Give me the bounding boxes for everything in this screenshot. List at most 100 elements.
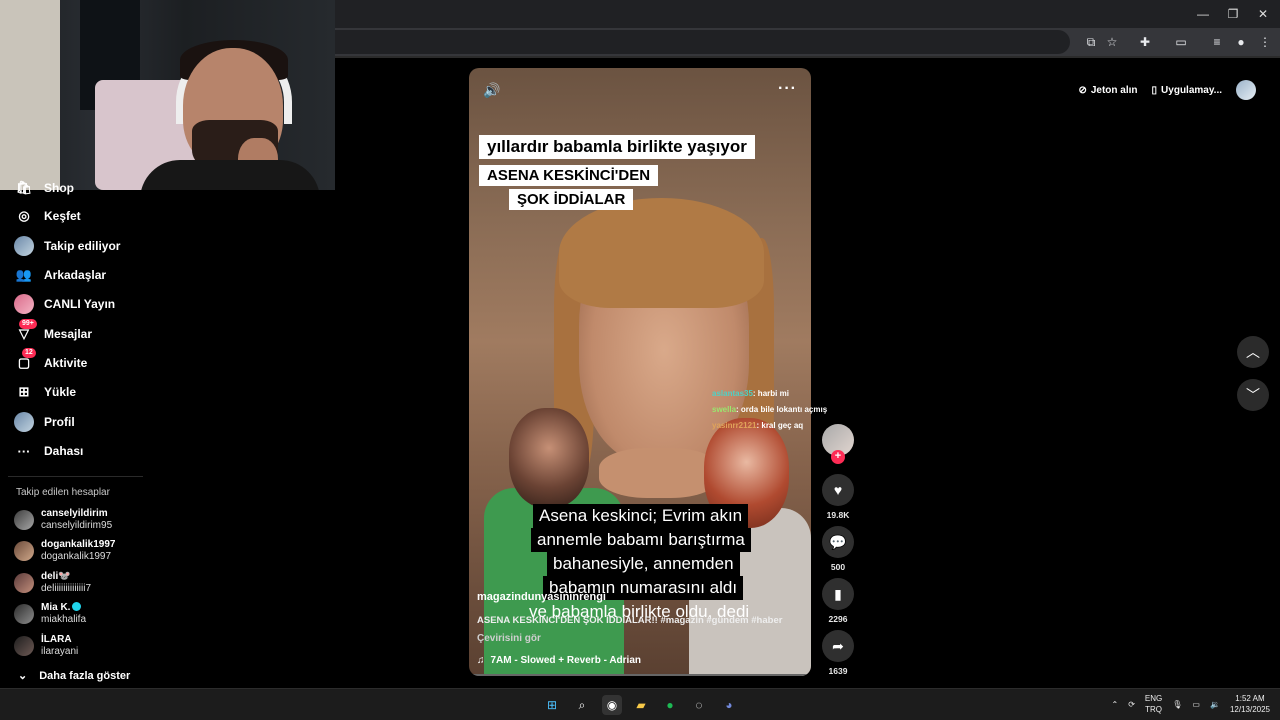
obs-icon[interactable]: ◌: [689, 695, 709, 715]
followed-account[interactable]: İLARA ilarayani: [14, 634, 78, 658]
account-name: Mia K.: [41, 602, 71, 613]
friends-icon: 👥: [15, 267, 33, 282]
sidebar-item-explore[interactable]: ◎ Keşfet: [14, 205, 80, 227]
profile-icon: [14, 412, 34, 432]
account-name: dogankalik1997: [41, 539, 116, 550]
extensions-icon[interactable]: ✚: [1137, 34, 1153, 50]
heart-icon[interactable]: ♥: [822, 474, 854, 506]
sidebar-item-profile[interactable]: Profil: [14, 411, 75, 433]
video-player[interactable]: 🔊 ··· yıllardır babamla birlikte yaşıyor…: [469, 68, 811, 676]
sidebar-item-label: CANLI Yayın: [44, 297, 116, 311]
chevron-down-icon: ⌄: [18, 670, 28, 682]
sidebar-item-label: Profil: [44, 415, 75, 429]
close-icon[interactable]: ✕: [1255, 6, 1271, 22]
chrome-profile-icon[interactable]: ●: [1233, 34, 1249, 50]
more-options-icon[interactable]: ···: [778, 80, 797, 98]
sidebar-item-upload[interactable]: ⊞ Yükle: [14, 381, 76, 403]
language-indicator[interactable]: ENG TRQ: [1145, 693, 1162, 715]
network-icon[interactable]: ▭: [1192, 700, 1200, 709]
sidebar-item-more[interactable]: ··· Dahası: [14, 440, 84, 462]
video-subtitle-line: annemle babamı barıştırma: [531, 528, 751, 552]
chat-message: swella: orda bile lokantı açmış: [712, 405, 827, 414]
chat-text: : harbi mi: [752, 389, 789, 398]
tab-search-icon[interactable]: ▭: [1173, 34, 1189, 50]
shop-icon: 🛍: [15, 180, 33, 195]
speaker-icon[interactable]: 🔉: [1210, 700, 1220, 709]
translate-link[interactable]: Çevirisini gör: [477, 633, 541, 644]
sidebar-item-friends[interactable]: 👥 Arkadaşlar: [14, 264, 106, 286]
chat-text: : orda bile lokantı açmış: [736, 405, 828, 414]
keyboard-label: TRQ: [1145, 705, 1163, 714]
chat-text: : kral geç aq: [756, 421, 804, 430]
sidebar-item-following[interactable]: Takip ediliyor: [14, 235, 120, 257]
chevron-up-icon[interactable]: ⌃: [1112, 700, 1119, 709]
show-more-button[interactable]: ⌄ Daha fazla göster: [18, 669, 130, 683]
verified-icon: [72, 602, 82, 611]
bookmark-star-icon[interactable]: ☆: [1104, 34, 1120, 50]
account-name: İLARA: [41, 634, 72, 645]
comment-action[interactable]: 💬 500: [822, 526, 854, 572]
browser-menu-icon[interactable]: ⋮: [1257, 34, 1273, 50]
volume-icon[interactable]: 🔊: [483, 82, 500, 99]
chevron-up-icon: ︿: [1246, 344, 1260, 360]
account-username: canselyildirim95: [41, 520, 113, 531]
get-app-button[interactable]: ▯ Uygulamay...: [1152, 85, 1222, 96]
get-coins-button[interactable]: ⊘ Jeton alın: [1078, 85, 1137, 96]
media-icon[interactable]: ≡: [1209, 34, 1225, 50]
follow-plus-icon[interactable]: +: [831, 450, 845, 464]
sidebar-item-shop[interactable]: 🛍 Shop: [14, 177, 74, 199]
video-subtitle-line: Asena keskinci; Evrim akın: [533, 504, 749, 528]
share-count: 1639: [828, 666, 848, 676]
sidebar-item-label: Takip ediliyor: [44, 239, 121, 253]
minimize-icon[interactable]: —: [1195, 6, 1211, 22]
search-icon[interactable]: ⌕: [572, 695, 592, 715]
followed-account[interactable]: Mia K. miakhalifa: [14, 602, 86, 626]
sidebar-item-live[interactable]: CANLI Yayın: [14, 293, 115, 315]
video-caption-line: ASENA KESKİNCİ'DEN: [479, 165, 659, 186]
messages-icon: ▽ 99+: [14, 319, 37, 344]
sync-icon[interactable]: ⟳: [1128, 700, 1135, 709]
clock[interactable]: 1:52 AM 12/13/2025: [1230, 693, 1270, 715]
bookmark-icon[interactable]: ▮: [822, 578, 854, 610]
sidebar-item-messages[interactable]: ▽ 99+ Mesajlar: [14, 319, 92, 345]
left-sidebar: 🛍 Shop ◎ Keşfet Takip ediliyor 👥 Arkadaş…: [0, 180, 150, 688]
following-accounts-title: Takip edilen hesaplar: [16, 487, 110, 498]
profile-avatar[interactable]: [1236, 80, 1256, 100]
followed-account[interactable]: dogankalik1997 dogankalik1997: [14, 539, 115, 563]
like-action[interactable]: ♥ 19.8K: [822, 474, 854, 520]
sidebar-item-activity[interactable]: ▢ 12 Aktivite: [14, 348, 87, 374]
account-name: deli🐭: [41, 571, 71, 582]
video-author[interactable]: magazindunyasininrengi: [477, 591, 606, 603]
comment-icon[interactable]: 💬: [822, 526, 854, 558]
microphone-icon[interactable]: 🎙: [1172, 700, 1182, 709]
save-action[interactable]: ▮ 2296: [822, 578, 854, 624]
account-name: canselyildirim: [41, 508, 108, 519]
address-bar[interactable]: [335, 30, 1070, 54]
share-action[interactable]: ➦ 1639: [822, 630, 854, 676]
chat-user: yasinrr2121: [712, 421, 757, 430]
restore-icon[interactable]: ❐: [1225, 6, 1241, 22]
video-subtitle-line: bahanesiyle, annemden: [547, 552, 740, 576]
file-explorer-icon[interactable]: ▰: [631, 695, 651, 715]
music-info[interactable]: ♫ 7AM - Slowed + Reverb - Adrian: [477, 655, 641, 666]
video-progress-bar[interactable]: [469, 674, 811, 676]
like-count: 19.8K: [826, 510, 850, 520]
video-caption-line: yıllardır babamla birlikte yaşıyor: [479, 135, 755, 159]
chrome-icon[interactable]: ◉: [602, 695, 622, 715]
next-video-button[interactable]: ﹀: [1237, 379, 1269, 411]
more-icon: ···: [17, 443, 31, 459]
activity-icon: ▢ 12: [14, 348, 36, 373]
followed-account[interactable]: deli🐭 deliiiiiiiiiiiiii7: [14, 571, 91, 595]
previous-video-button[interactable]: ︿: [1237, 336, 1269, 368]
chat-user: aslantas35: [712, 389, 753, 398]
get-app-label: Uygulamay...: [1161, 84, 1222, 96]
chevron-down-icon: ﹀: [1246, 387, 1260, 403]
discord-icon[interactable]: ◕: [719, 695, 739, 715]
install-icon[interactable]: ⧉: [1083, 34, 1099, 50]
windows-start-icon[interactable]: ⊞: [542, 695, 562, 715]
webcam-overlay: [0, 0, 335, 190]
avatar: [14, 573, 34, 593]
followed-account[interactable]: canselyildirim canselyildirim95: [14, 508, 112, 532]
spotify-icon[interactable]: ●: [660, 695, 680, 715]
share-icon[interactable]: ➦: [822, 630, 854, 662]
